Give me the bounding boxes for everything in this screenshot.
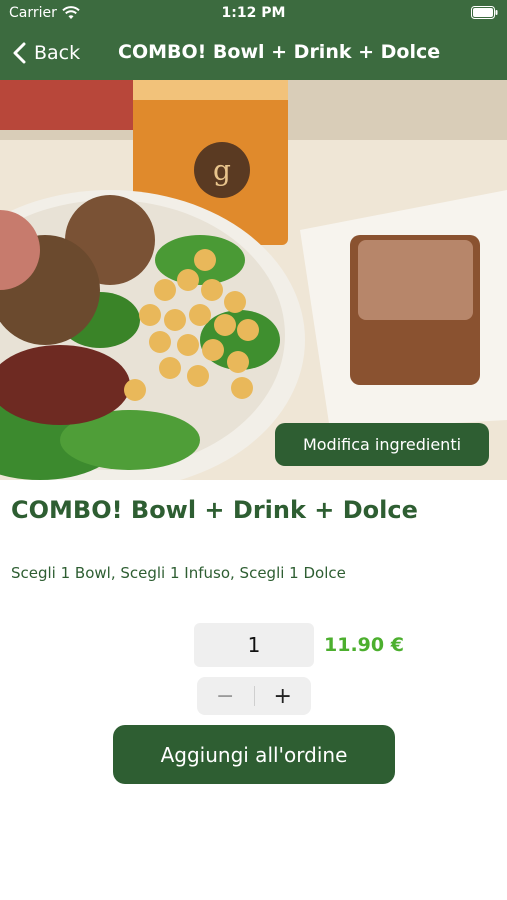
- battery-icon: [471, 6, 498, 19]
- product-title: COMBO! Bowl + Drink + Dolce: [11, 496, 418, 524]
- status-time: 1:12 PM: [221, 5, 286, 21]
- svg-text:g: g: [213, 154, 231, 187]
- product-description: Scegli 1 Bowl, Scegli 1 Infuso, Scegli 1…: [11, 564, 346, 582]
- bowl-drink-dessert-photo: g: [0, 80, 507, 480]
- navigation-bar: Back COMBO! Bowl + Drink + Dolce: [0, 27, 507, 80]
- top-bar: Carrier 1:12 PM Back COMBO! Bowl + Drink…: [0, 0, 507, 80]
- product-image: g: [0, 80, 507, 480]
- product-price: 11.90 €: [324, 634, 404, 656]
- status-bar: Carrier 1:12 PM: [0, 0, 507, 27]
- product-detail-screen: Carrier 1:12 PM Back COMBO! Bowl + Drink…: [0, 0, 507, 900]
- add-to-order-button[interactable]: Aggiungi all'ordine: [113, 725, 395, 784]
- quantity-field[interactable]: 1: [194, 623, 314, 667]
- edit-ingredients-button[interactable]: Modifica ingredienti: [275, 423, 489, 466]
- back-label: Back: [34, 42, 81, 64]
- back-button[interactable]: Back: [12, 39, 80, 67]
- increment-button[interactable]: +: [255, 677, 312, 715]
- decrement-button[interactable]: −: [197, 677, 254, 715]
- chevron-left-icon: [13, 42, 26, 64]
- quantity-stepper: − +: [197, 677, 311, 715]
- nav-title: COMBO! Bowl + Drink + Dolce: [118, 41, 441, 63]
